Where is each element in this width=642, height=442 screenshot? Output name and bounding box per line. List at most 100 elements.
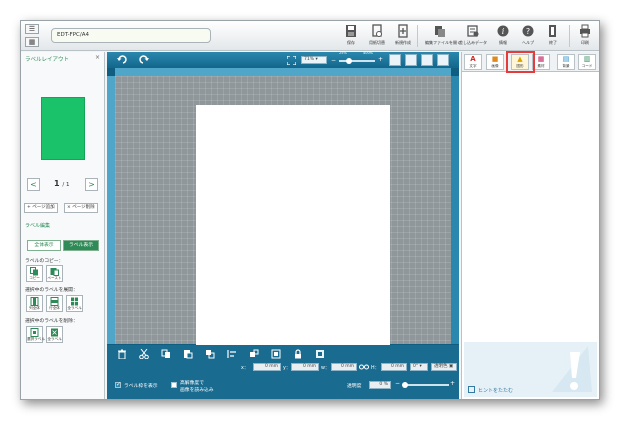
hi-res-label-line1: 高解像度で [180, 381, 204, 386]
show-all-button[interactable]: 全体表示 [27, 240, 61, 251]
transparent-color-button[interactable]: 透明色 ▣ [431, 363, 457, 371]
delete-selected-button[interactable]: 選択ラベル [26, 326, 45, 343]
opacity-slider-thumb[interactable] [402, 382, 408, 388]
new-file-icon [398, 24, 408, 38]
show-label-frame-checkbox[interactable]: ✓ [115, 381, 122, 388]
opacity-slider[interactable] [402, 382, 449, 388]
tab-code[interactable]: ▥ コード [578, 54, 596, 70]
prev-page-button[interactable]: < [27, 178, 40, 191]
rotate-180-icon[interactable] [421, 54, 433, 66]
lock-icon[interactable] [293, 349, 303, 359]
print-button[interactable]: 印刷 [573, 24, 597, 46]
file-name-field[interactable]: EDT-FPC/A4 [51, 28, 211, 43]
opacity-input[interactable]: 0 % [369, 381, 391, 389]
text-tab-icon: A [470, 55, 476, 63]
main-menu-icon[interactable]: ☰ [25, 24, 39, 34]
expand-row-button[interactable]: 行全体 [46, 295, 63, 312]
add-page-button[interactable]: + ページ追加 [24, 203, 58, 213]
tab-background-label: 背景 [562, 64, 570, 68]
link-icon[interactable] [359, 364, 369, 370]
expand-row-icon [50, 297, 59, 306]
vertical-scrollbar[interactable] [451, 76, 459, 344]
hint-toggle-label[interactable]: ヒントをたたむ [478, 387, 513, 394]
opacity-decrease-icon[interactable]: − [395, 380, 400, 387]
zoom-out-icon[interactable]: − [331, 57, 336, 64]
show-label-button[interactable]: ラベル表示 [63, 240, 99, 251]
rotation-value: 0° [413, 364, 419, 369]
delete-all-icon [51, 328, 58, 337]
open-file-button[interactable]: 編集ファイルを開く [425, 24, 461, 46]
zoom-max-label: 400% [363, 51, 374, 55]
transparent-color-label: 透明色 [434, 364, 448, 369]
x-input[interactable]: 0 mm [253, 363, 281, 371]
copy-label: コピー [29, 276, 40, 280]
close-icon[interactable]: × [95, 54, 100, 61]
expand-column-button[interactable]: 列全体 [26, 295, 43, 312]
new-file-button[interactable]: 新規作成 [391, 24, 415, 46]
design-canvas[interactable] [115, 76, 451, 368]
fit-object-icon[interactable] [271, 349, 281, 359]
tab-code-label: コード [581, 64, 593, 68]
rotation-select[interactable]: 0° ▾ [410, 363, 428, 371]
layout-menu-icon[interactable]: ▦ [25, 37, 39, 47]
bring-front-icon[interactable] [205, 349, 215, 359]
label-thumbnail[interactable] [41, 97, 85, 160]
label-paper[interactable] [196, 105, 390, 368]
print-icon [580, 24, 590, 38]
merge-data-button[interactable]: 差し込みデータ [459, 24, 487, 46]
undo-icon[interactable] [117, 55, 127, 64]
add-page-label: ページ追加 [32, 205, 55, 210]
zoom-slider-thumb[interactable] [345, 58, 352, 64]
paper-switch-button[interactable]: 用紙切替 [365, 24, 389, 46]
opacity-increase-icon[interactable]: + [450, 380, 455, 387]
w-input[interactable]: 0 mm [331, 363, 357, 371]
redo-icon[interactable] [139, 55, 149, 64]
group-icon[interactable] [249, 349, 259, 359]
paste-icon [50, 268, 59, 276]
rotate-0-icon[interactable] [389, 54, 401, 66]
tab-background[interactable]: ▤ 背景 [557, 54, 575, 70]
app-window: ☰ ▦ EDT-FPC/A4 保存 用紙切替 新規作成 編集ファイルを開く 差し… [20, 20, 600, 400]
merge-data-icon [467, 25, 479, 37]
exit-button[interactable]: 終了 [541, 24, 565, 46]
y-input[interactable]: 0 mm [291, 363, 319, 371]
paste-object-icon[interactable] [183, 349, 193, 359]
zoom-in-icon[interactable]: + [378, 56, 383, 63]
zoom-slider[interactable] [339, 58, 375, 64]
rotate-270-icon[interactable] [437, 54, 449, 66]
properties-icon[interactable] [315, 349, 325, 359]
horizontal-ruler [115, 68, 451, 76]
expand-column-label: 列全体 [29, 306, 40, 310]
zoom-select[interactable]: 71% ▾ [301, 56, 327, 64]
paste-button[interactable]: ペースト [46, 265, 63, 282]
page-indicator: 1 / 1 [54, 179, 69, 188]
y-label: y： [283, 366, 291, 371]
delete-all-button[interactable]: 全ラベル [46, 326, 63, 343]
top-toolbar: ☰ ▦ EDT-FPC/A4 保存 用紙切替 新規作成 編集ファイルを開く 差し… [21, 21, 599, 51]
rotate-90-icon[interactable] [405, 54, 417, 66]
align-icon[interactable] [227, 349, 237, 359]
h-input[interactable]: 0 mm [381, 363, 407, 371]
hi-res-checkbox[interactable] [171, 382, 177, 388]
delete-page-button[interactable]: × ページ削除 [64, 203, 98, 213]
trash-icon[interactable] [117, 349, 127, 359]
exit-label: 終了 [549, 40, 557, 45]
cut-icon[interactable] [139, 349, 149, 359]
expand-all-button[interactable]: 全ラベル [66, 295, 83, 312]
exit-icon [549, 25, 556, 37]
save-button[interactable]: 保存 [339, 24, 363, 46]
checkmark-icon: ✓ [116, 381, 122, 388]
merge-data-label: 差し込みデータ [459, 40, 487, 45]
fit-screen-icon[interactable] [287, 56, 296, 65]
object-tabs: A 文字 ■ 画像 ▲ 図形 ▦ 素材 ▤ 背景 ▥ コード [462, 51, 599, 73]
tab-image[interactable]: ■ 画像 [486, 54, 504, 70]
help-button[interactable]: ? ヘルプ [516, 24, 540, 46]
hint-collapse-icon[interactable] [468, 386, 475, 393]
new-file-label: 新規作成 [395, 40, 411, 45]
next-page-button[interactable]: > [85, 178, 98, 191]
info-button[interactable]: i 情報 [491, 24, 515, 46]
copy-object-icon[interactable] [161, 349, 171, 359]
object-panel: A 文字 ■ 画像 ▲ 図形 ▦ 素材 ▤ 背景 ▥ コード ヒントをたたむ [461, 51, 599, 399]
tab-text[interactable]: A 文字 [464, 54, 482, 70]
copy-button[interactable]: コピー [26, 265, 43, 282]
